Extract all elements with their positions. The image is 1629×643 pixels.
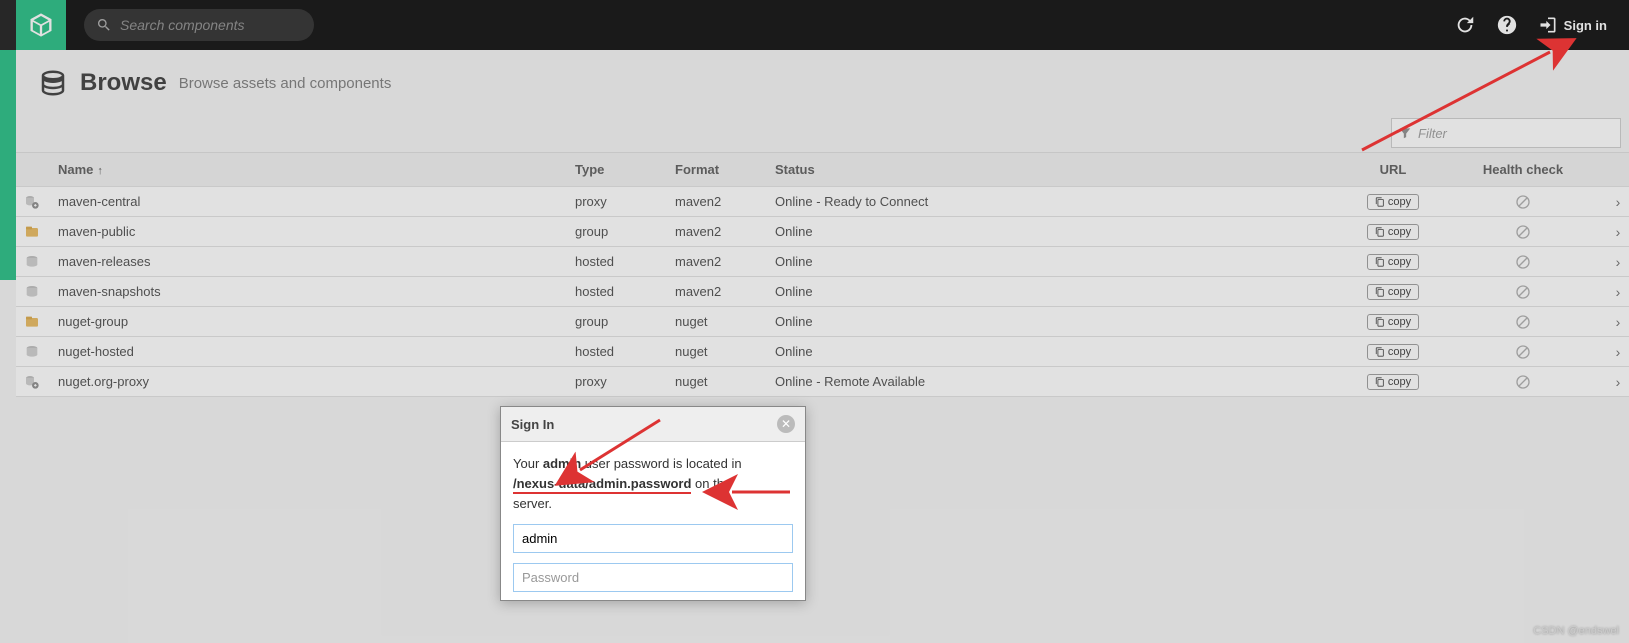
password-path: /nexus-data/admin.password (513, 476, 691, 494)
watermark: CSDN @endswel (1533, 625, 1619, 637)
signin-dialog: Sign In ✕ Your admin user password is lo… (500, 406, 806, 601)
close-icon[interactable]: ✕ (777, 415, 795, 433)
dialog-title: Sign In (511, 417, 554, 432)
dialog-message: Your admin user password is located in /… (513, 454, 793, 514)
dialog-body: Your admin user password is located in /… (501, 442, 805, 600)
username-input[interactable] (513, 524, 793, 553)
modal-backdrop (0, 0, 1629, 643)
dialog-header: Sign In ✕ (501, 407, 805, 442)
password-input[interactable] (513, 563, 793, 592)
